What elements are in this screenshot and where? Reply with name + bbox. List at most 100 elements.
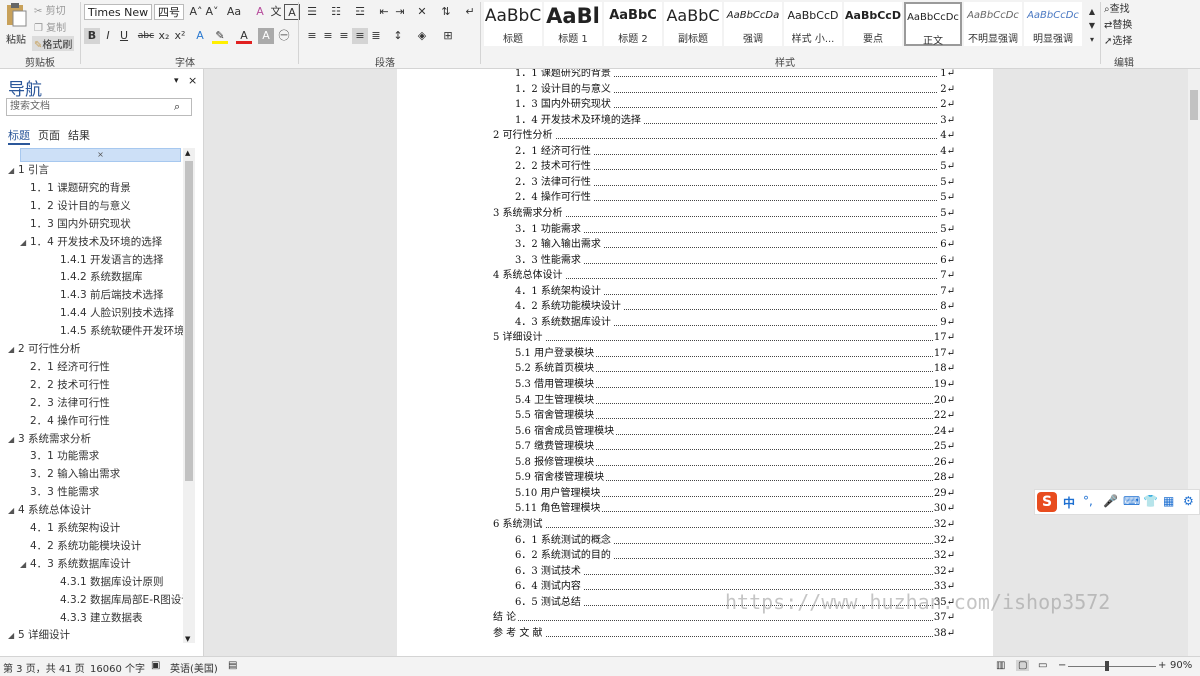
zoom-level[interactable]: 90% [1170, 660, 1192, 671]
toc-entry[interactable]: 2．4 操作可行性 5↵ [515, 190, 955, 206]
expand-triangle-icon[interactable]: ◢ [20, 234, 30, 252]
nav-scroll-thumb[interactable] [185, 161, 193, 481]
toolbox-icon[interactable]: ▦ [1163, 494, 1174, 508]
grow-font-button[interactable]: A˄ [188, 4, 204, 20]
toc-entry[interactable]: 2．3 法律可行性 5↵ [515, 174, 955, 190]
styles-more-icon[interactable]: ▾ [1084, 32, 1100, 48]
toc-entry[interactable]: 1．4 开发技术及环境的选择 3↵ [515, 112, 955, 128]
toc-entry[interactable]: 2 可行性分析 4↵ [493, 128, 955, 144]
toc-entry[interactable]: 5.2 系统首页模块 18↵ [515, 361, 955, 377]
nav-tree-item[interactable]: 4．1 系统架构设计 [20, 519, 120, 537]
language[interactable]: 英语(美国) [170, 660, 218, 675]
close-icon[interactable]: × [188, 74, 197, 87]
style-strong[interactable]: AaBbCcD 要点 [844, 2, 902, 46]
skin-icon[interactable]: 👕 [1143, 494, 1158, 508]
toc-entry[interactable]: 5.5 宿舍管理模块 22↵ [515, 408, 955, 424]
word-count[interactable]: 16060 个字 [90, 660, 145, 675]
tab-headings[interactable]: 标题 [8, 127, 30, 145]
format-painter-button[interactable]: ✎格式刷 [32, 36, 75, 51]
borders-icon[interactable]: ⊞ [440, 28, 456, 44]
settings-icon[interactable]: ⚙ [1183, 494, 1194, 508]
toc-entry[interactable]: 4 系统总体设计 7↵ [493, 268, 955, 284]
search-input[interactable]: 搜索文档 [6, 98, 192, 116]
read-mode-icon[interactable]: ▥ [996, 660, 1005, 671]
nav-tree-item[interactable]: 1．2 设计目的与意义 [20, 197, 131, 215]
toc-entry[interactable]: 3．3 性能需求 6↵ [515, 252, 955, 268]
toc-entry[interactable]: 1．2 设计目的与意义 2↵ [515, 81, 955, 97]
subscript-button[interactable]: x₂ [156, 28, 172, 44]
toc-entry[interactable]: 参 考 文 献 38↵ [493, 625, 955, 641]
nav-tree-item[interactable]: 2．3 法律可行性 [20, 394, 110, 412]
zoom-slider-track[interactable] [1068, 666, 1156, 667]
toc-entry[interactable]: 6．2 系统测试的目的 32↵ [515, 548, 955, 564]
nav-tree-item[interactable]: 4．2 系统功能模块设计 [20, 537, 141, 555]
italic-button[interactable]: I [100, 28, 116, 44]
nav-tree-item[interactable]: 1.4.2 系统数据库 [50, 268, 143, 286]
underline-button[interactable]: U [116, 28, 132, 44]
toc-entry[interactable]: 3．1 功能需求 5↵ [515, 221, 955, 237]
shading-icon[interactable]: ◈ [414, 28, 430, 44]
enclose-char-icon[interactable]: ㊀ [276, 28, 292, 44]
nav-tree-item[interactable]: 3．3 性能需求 [20, 483, 99, 501]
shrink-font-button[interactable]: A˅ [204, 4, 220, 20]
ime-mode[interactable]: 中 [1063, 494, 1075, 511]
align-right-icon[interactable]: ≡ [336, 28, 352, 44]
strikethrough-button[interactable]: abc [136, 28, 156, 44]
nav-tree-item[interactable]: 3．1 功能需求 [20, 447, 99, 465]
nav-tree-item[interactable]: 1．1 课题研究的背景 [20, 179, 131, 197]
find-button[interactable]: ⌕查找 [1104, 0, 1130, 15]
bold-button[interactable]: B [84, 28, 100, 44]
paste-button[interactable]: 粘贴 [2, 2, 30, 52]
toc-entry[interactable]: 3 系统需求分析 5↵ [493, 205, 955, 221]
toc-entry[interactable]: 5.11 角色管理模块 30↵ [515, 501, 955, 517]
clear-format-icon[interactable]: A [252, 4, 268, 20]
toc-entry[interactable]: 4．2 系统功能模块设计 8↵ [515, 299, 955, 315]
text-effects-icon[interactable]: A [192, 28, 208, 44]
style-heading-2[interactable]: AaBbC 标题 2 [604, 2, 662, 46]
expand-triangle-icon[interactable]: ◢ [8, 341, 18, 359]
sort-icon[interactable]: ⇅ [438, 4, 454, 20]
nav-tree-item[interactable]: 4.3.2 数据库局部E-R图设计 [50, 591, 192, 609]
style-intense-emphasis[interactable]: AaBbCcDc 明显强调 [1024, 2, 1082, 46]
toc-entry[interactable]: 6．1 系统测试的概念 32↵ [515, 532, 955, 548]
nav-tree-item[interactable]: ◢ 3 系统需求分析 [8, 430, 91, 448]
zoom-out-icon[interactable]: − [1058, 660, 1066, 671]
toc-entry[interactable]: 2．2 技术可行性 5↵ [515, 159, 955, 175]
increase-indent-icon[interactable]: ⇥ [392, 4, 408, 20]
nav-tree-item[interactable]: 3．2 输入输出需求 [20, 465, 120, 483]
nav-tree-item[interactable]: 1.4.1 开发语言的选择 [50, 251, 164, 269]
macro-record-icon[interactable]: ▤ [228, 660, 237, 671]
microphone-icon[interactable]: 🎤 [1103, 494, 1118, 508]
nav-selected-heading[interactable]: × [20, 148, 181, 162]
font-size-combo[interactable]: 四号 [154, 4, 184, 20]
style-subtle-emphasis[interactable]: AaBbCcDc 不明显强调 [964, 2, 1022, 46]
nav-tree-item[interactable]: ◢ 1．4 开发技术及环境的选择 [20, 233, 162, 251]
toc-entry[interactable]: 5.8 报修管理模块 26↵ [515, 454, 955, 470]
nav-tree-item[interactable]: ◢ 4．3 系统数据库设计 [20, 555, 131, 573]
expand-triangle-icon[interactable]: ◢ [8, 431, 18, 449]
nav-tree-item[interactable]: ◢ 5 详细设计 [8, 626, 70, 644]
zoom-slider-thumb[interactable] [1105, 661, 1110, 671]
style-subtitle[interactable]: AaBbC 副标题 [664, 2, 722, 46]
tab-results[interactable]: 结果 [68, 127, 90, 143]
punctuation-icon[interactable]: °, [1083, 494, 1093, 508]
expand-triangle-icon[interactable]: ◢ [20, 556, 30, 574]
toc-entry[interactable]: 5 详细设计 17↵ [493, 330, 955, 346]
expand-triangle-icon[interactable]: ◢ [8, 502, 18, 520]
nav-tree-item[interactable]: ◢ 1 引言 [8, 161, 49, 179]
toc-entry[interactable]: 5.10 用户管理模块 29↵ [515, 485, 955, 501]
cut-button[interactable]: ✂ 剪切 [34, 2, 66, 17]
align-left-icon[interactable]: ≡ [304, 28, 320, 44]
nav-tree-item[interactable]: 1．3 国内外研究现状 [20, 215, 131, 233]
tab-pages[interactable]: 页面 [38, 127, 60, 143]
toc-entry[interactable]: 4．1 系统架构设计 7↵ [515, 283, 955, 299]
toc-entry[interactable]: 2．1 经济可行性 4↵ [515, 143, 955, 159]
toc-entry[interactable]: 5.4 卫生管理模块 20↵ [515, 392, 955, 408]
sogou-logo-icon[interactable]: S [1037, 492, 1057, 512]
style-normal[interactable]: AaBbCcDc 正文 [904, 2, 962, 47]
char-shading-icon[interactable]: A [258, 28, 274, 44]
expand-triangle-icon[interactable]: ◢ [8, 162, 18, 180]
nav-tree-item[interactable]: 4.3.3 建立数据表 [50, 609, 143, 627]
show-marks-icon[interactable]: ↵ [462, 4, 478, 20]
document-scrollbar[interactable] [1188, 69, 1200, 656]
